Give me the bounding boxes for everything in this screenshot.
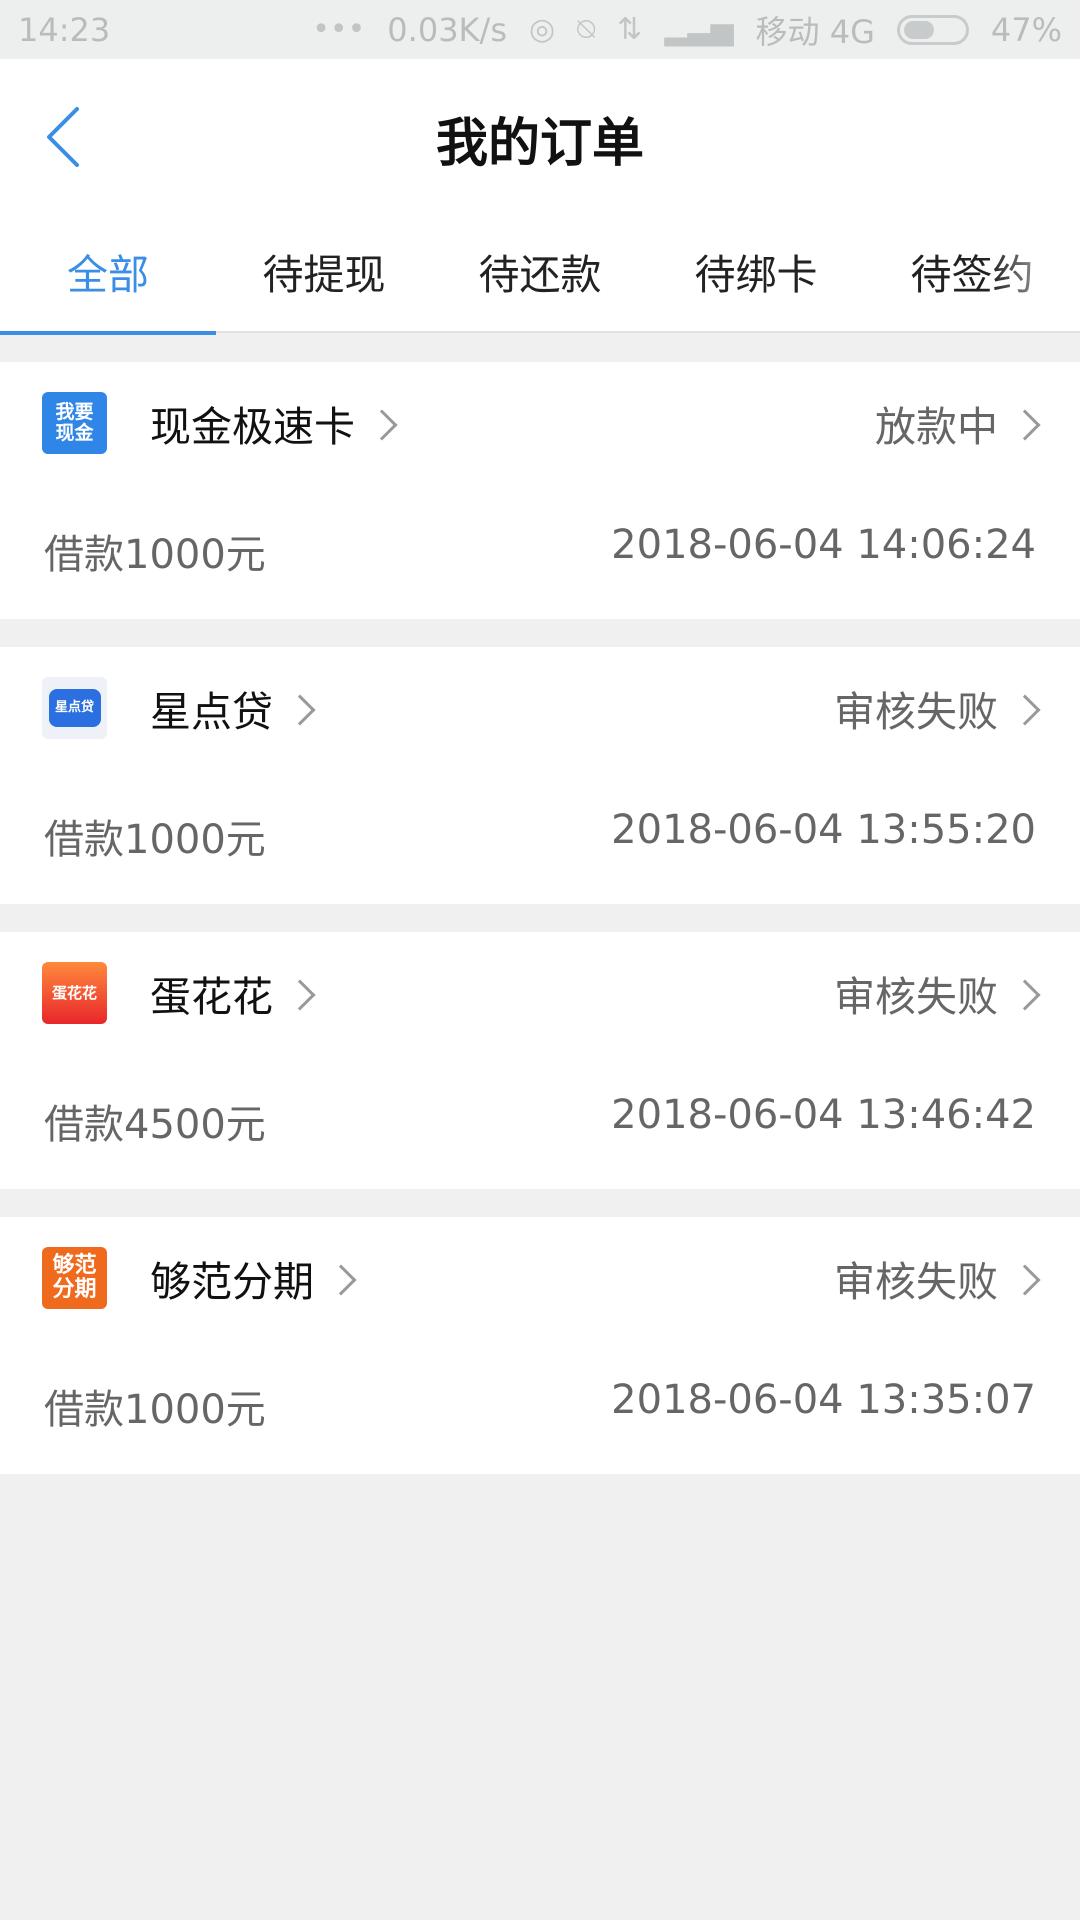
- chevron-right-icon: [284, 694, 316, 726]
- status-icons: ••• 0.03K/s ◎ ⍉ ⇅ ▂▃▅ 移动 4G 47%: [312, 7, 1062, 53]
- carrier-label: 移动 4G: [755, 12, 875, 51]
- mute-bell-icon: ⍉: [577, 11, 596, 47]
- chevron-right-icon: [1009, 409, 1041, 441]
- order-app-name[interactable]: 星点贷: [150, 677, 316, 739]
- order-time: 2018-06-04 13:46:42: [611, 1092, 1036, 1138]
- status-bar: 14:23 ••• 0.03K/s ◎ ⍉ ⇅ ▂▃▅ 移动 4G 47%: [0, 0, 1080, 59]
- battery-icon: [896, 14, 969, 45]
- tab-pending-withdraw[interactable]: 待提现: [216, 209, 432, 333]
- order-app-name[interactable]: 现金极速卡: [150, 392, 398, 454]
- chevron-right-icon: [284, 979, 316, 1011]
- order-time: 2018-06-04 13:55:20: [611, 807, 1036, 853]
- order-status[interactable]: 审核失败: [834, 677, 1041, 739]
- chevron-right-icon: [1009, 979, 1041, 1011]
- order-card[interactable]: 够范 分期 够范分期 审核失败 借款1000元 2018-06-04 13:35…: [0, 1217, 1080, 1474]
- order-card[interactable]: 星点贷 星点贷 审核失败 借款1000元 2018-06-04 13:55:20: [0, 647, 1080, 904]
- tab-pending-bind-card[interactable]: 待绑卡: [648, 209, 864, 333]
- app-logo-icon: 蛋花花: [42, 962, 107, 1024]
- battery-percent: 47%: [990, 10, 1062, 49]
- order-status[interactable]: 审核失败: [834, 962, 1041, 1024]
- location-icon: ◎: [528, 11, 556, 47]
- data-transfer-icon: ⇅: [617, 11, 643, 47]
- order-status[interactable]: 审核失败: [834, 1247, 1041, 1309]
- app-logo-icon: 够范 分期: [42, 1247, 107, 1309]
- signal-icon: ▂▃▅: [664, 11, 734, 47]
- chevron-right-icon: [325, 1264, 357, 1296]
- order-app-name[interactable]: 够范分期: [150, 1247, 357, 1309]
- order-amount: 借款4500元: [44, 1102, 266, 1148]
- order-amount: 借款1000元: [44, 817, 266, 863]
- order-amount: 借款1000元: [44, 532, 266, 578]
- chevron-right-icon: [1009, 694, 1041, 726]
- order-card[interactable]: 我要 现金 现金极速卡 放款中 借款1000元 2018-06-04 14:06…: [0, 362, 1080, 619]
- more-dots-icon: •••: [312, 11, 366, 47]
- network-speed: 0.03K/s: [387, 10, 507, 49]
- header-bar: 我的订单: [0, 59, 1080, 209]
- tab-all[interactable]: 全部: [0, 209, 216, 335]
- order-amount: 借款1000元: [44, 1387, 266, 1433]
- order-app-name[interactable]: 蛋花花: [150, 962, 316, 1024]
- order-time: 2018-06-04 14:06:24: [611, 522, 1036, 568]
- order-card[interactable]: 蛋花花 蛋花花 审核失败 借款4500元 2018-06-04 13:46:42: [0, 932, 1080, 1189]
- page-title: 我的订单: [435, 114, 644, 174]
- tab-bar: 全部 待提现 待还款 待绑卡 待签约: [0, 209, 1080, 335]
- app-logo-icon: 我要 现金: [42, 392, 107, 454]
- chevron-right-icon: [1009, 1264, 1041, 1296]
- tab-pending-repay[interactable]: 待还款: [432, 209, 648, 333]
- order-status[interactable]: 放款中: [875, 392, 1041, 454]
- chevron-right-icon: [366, 409, 398, 441]
- order-list: 我要 现金 现金极速卡 放款中 借款1000元 2018-06-04 14:06…: [0, 362, 1080, 1502]
- status-time: 14:23: [18, 10, 111, 49]
- app-logo-icon: 星点贷: [42, 677, 107, 739]
- tab-pending-sign[interactable]: 待签约: [864, 209, 1080, 333]
- order-time: 2018-06-04 13:35:07: [611, 1377, 1036, 1423]
